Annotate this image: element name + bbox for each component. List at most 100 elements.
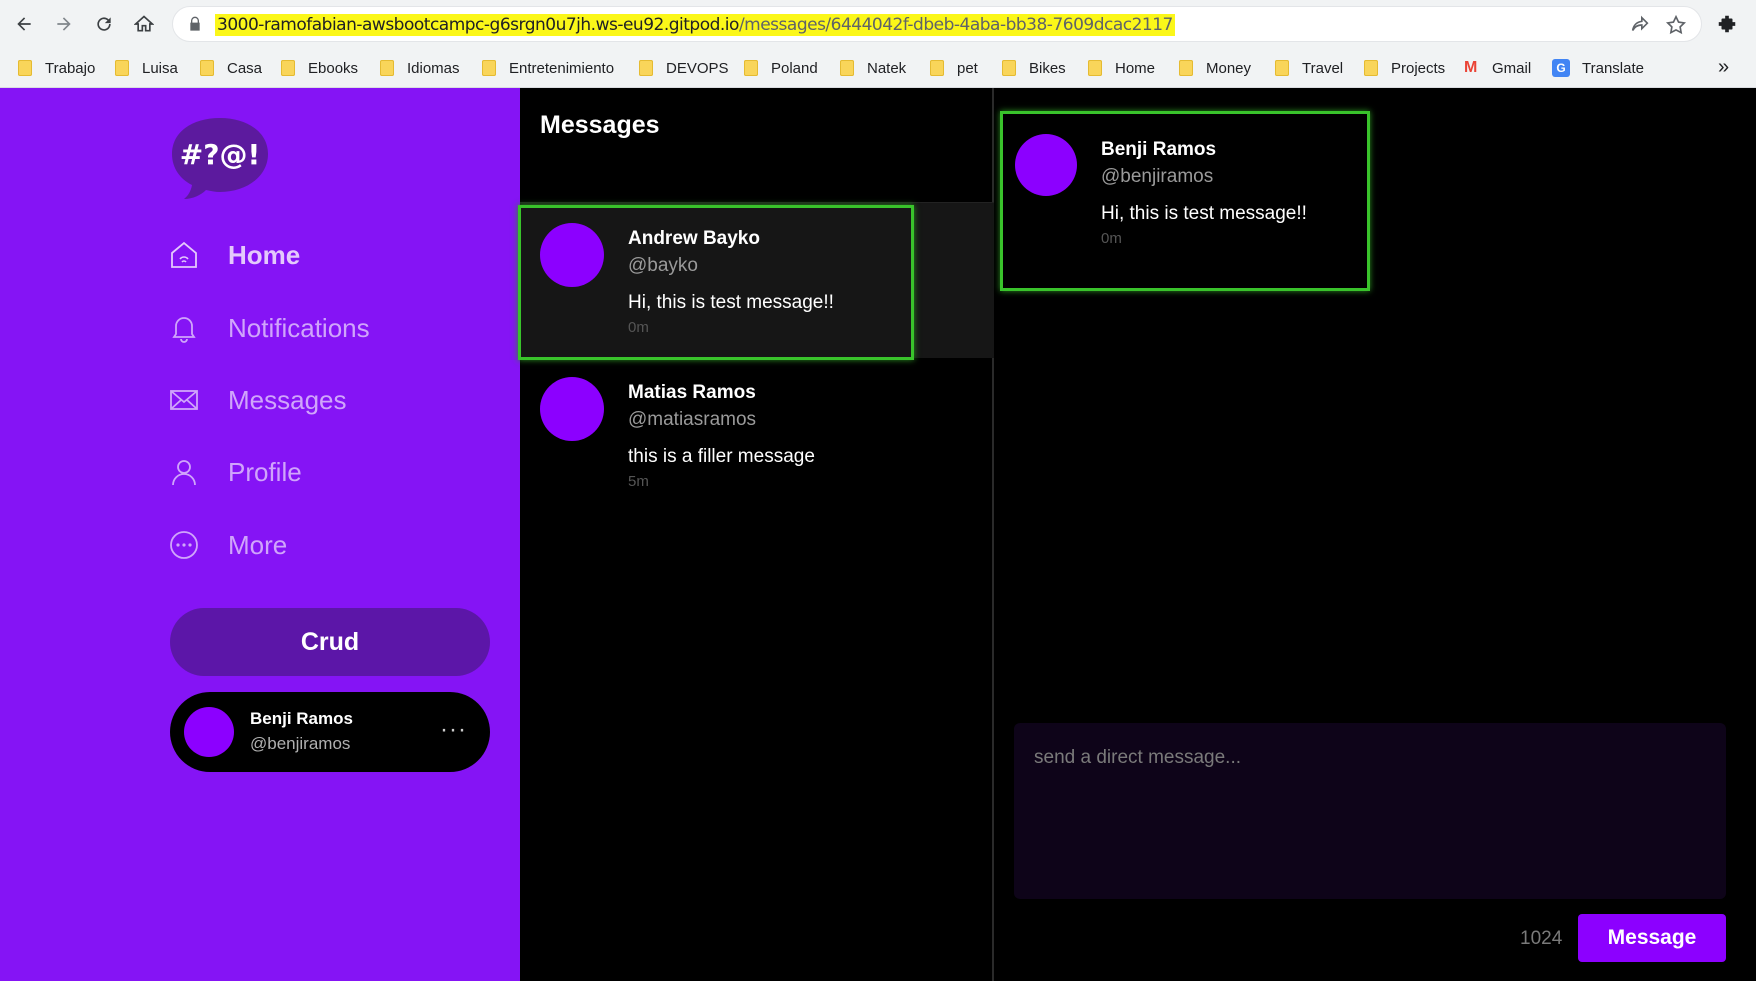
home-button[interactable] xyxy=(128,8,160,40)
lock-icon xyxy=(190,16,200,31)
group-message: Hi, this is test message!! xyxy=(628,292,834,313)
folder-icon xyxy=(380,60,394,76)
folder-icon xyxy=(930,60,944,76)
bookmark-devops[interactable]: DEVOPS xyxy=(639,58,729,78)
bookmark-label: Natek xyxy=(867,59,907,77)
folder-icon xyxy=(1088,60,1102,76)
bookmark-ebooks[interactable]: Ebooks xyxy=(281,58,358,78)
address-bar[interactable]: 3000-ramofabian-awsbootcampc-g6srgn0u7jh… xyxy=(172,6,1702,42)
bookmark-money[interactable]: Money xyxy=(1179,58,1251,78)
message-group-item[interactable]: Andrew Bayko @bayko Hi, this is test mes… xyxy=(518,203,994,360)
bookmark-poland[interactable]: Poland xyxy=(744,58,818,78)
bookmark-bikes[interactable]: Bikes xyxy=(1002,58,1066,78)
star-icon[interactable] xyxy=(1665,14,1687,36)
avatar xyxy=(184,707,234,757)
folder-icon xyxy=(1179,60,1193,76)
message-handle: @benjiramos xyxy=(1101,166,1214,187)
nav-profile[interactable]: Profile xyxy=(168,452,302,492)
bookmark-travel[interactable]: Travel xyxy=(1275,58,1343,78)
bookmark-casa[interactable]: Casa xyxy=(200,58,262,78)
nav-label: Home xyxy=(228,239,301,270)
group-name: Matias Ramos xyxy=(628,382,756,403)
bell-icon xyxy=(172,317,196,343)
arrow-right-icon xyxy=(57,17,71,31)
crud-button[interactable]: Crud xyxy=(170,608,490,676)
bookmark-trabajo[interactable]: Trabajo xyxy=(18,58,95,78)
profile-menu-button[interactable]: ··· xyxy=(440,716,467,744)
group-time: 5m xyxy=(628,473,649,490)
url-text[interactable]: 3000-ramofabian-awsbootcampc-g6srgn0u7jh… xyxy=(215,14,1175,36)
bookmark-label: Money xyxy=(1206,59,1252,77)
folder-icon xyxy=(1275,60,1289,76)
message-text: Hi, this is test message!! xyxy=(1101,203,1307,224)
bookmark-luisa[interactable]: Luisa xyxy=(115,58,178,78)
nav-label: Profile xyxy=(228,456,302,487)
sidebar: #?@! Home Notifications Messages Profile… xyxy=(0,88,520,981)
share-icon[interactable] xyxy=(1629,14,1651,36)
bookmark-natek[interactable]: Natek xyxy=(840,58,906,78)
folder-icon xyxy=(281,60,295,76)
bookmark-label: Home xyxy=(1115,59,1156,77)
profile-handle: @benjiramos xyxy=(250,734,351,753)
url-path: /messages/6444042f-dbeb-4aba-bb38-7609dc… xyxy=(738,15,1173,35)
bookmark-translate[interactable]: G Translate xyxy=(1552,58,1644,78)
group-time: 0m xyxy=(628,319,649,336)
bookmark-pet[interactable]: pet xyxy=(930,58,978,78)
bookmark-label: Luisa xyxy=(142,59,178,77)
bookmark-label: pet xyxy=(957,59,978,77)
app: #?@! Home Notifications Messages Profile… xyxy=(0,88,1756,981)
nav-label: Notifications xyxy=(228,312,370,343)
puzzle-icon[interactable] xyxy=(1716,13,1738,35)
send-message-button[interactable]: Message xyxy=(1578,914,1726,962)
folder-icon xyxy=(639,60,653,76)
folder-icon xyxy=(200,60,214,76)
bookmark-label: Casa xyxy=(227,59,263,77)
bookmark-entretenimiento[interactable]: Entretenimiento xyxy=(482,58,614,78)
message-time: 0m xyxy=(1101,230,1122,247)
group-handle: @bayko xyxy=(628,255,698,276)
browser-toolbar: 3000-ramofabian-awsbootcampc-g6srgn0u7jh… xyxy=(0,0,1756,48)
arrow-left-icon xyxy=(17,17,31,31)
bookmark-label: Gmail xyxy=(1492,59,1532,77)
nav-messages[interactable]: Messages xyxy=(168,380,347,420)
message-group-item[interactable]: Matias Ramos @matiasramos this is a fill… xyxy=(520,357,994,512)
nav-more[interactable]: More xyxy=(168,525,287,565)
folder-icon xyxy=(115,60,129,76)
home-icon xyxy=(171,241,197,268)
folder-icon xyxy=(840,60,854,76)
user-icon xyxy=(172,460,196,486)
nav-home[interactable]: Home xyxy=(168,235,300,275)
bookmark-label: DEVOPS xyxy=(666,59,729,77)
nav-label: More xyxy=(228,529,288,560)
back-button[interactable] xyxy=(8,8,40,40)
bookmark-gmail[interactable]: M Gmail xyxy=(1464,58,1531,78)
bookmarks-bar: Trabajo Luisa Casa Ebooks Idiomas Entret… xyxy=(0,48,1756,88)
gmail-icon: M xyxy=(1464,59,1478,76)
bookmark-label: Trabajo xyxy=(45,59,96,77)
bookmark-idiomas[interactable]: Idiomas xyxy=(380,58,460,78)
page-title: Messages xyxy=(540,111,660,139)
logo[interactable]: #?@! xyxy=(168,116,272,200)
avatar xyxy=(1015,134,1077,196)
bookmark-label: Idiomas xyxy=(407,59,460,77)
profile-card[interactable]: Benji Ramos @benjiramos ··· xyxy=(170,692,490,772)
folder-icon xyxy=(482,60,496,76)
url-host: 3000-ramofabian-awsbootcampc-g6srgn0u7jh… xyxy=(217,15,739,35)
message-groups-panel: Messages Andrew Bayko @bayko Hi, this is… xyxy=(518,88,994,981)
message-input[interactable] xyxy=(1014,723,1726,899)
group-handle: @matiasramos xyxy=(628,409,757,430)
translate-icon: G xyxy=(1552,59,1570,77)
bookmark-label: Ebooks xyxy=(308,59,359,77)
nav-notifications[interactable]: Notifications xyxy=(168,308,370,348)
bookmark-label: Projects xyxy=(1391,59,1446,77)
bookmark-label: Poland xyxy=(771,59,818,77)
bookmarks-overflow-button[interactable]: » xyxy=(1718,56,1729,79)
char-counter: 1024 xyxy=(1520,928,1563,949)
bookmark-home[interactable]: Home xyxy=(1088,58,1155,78)
bookmark-label: Entretenimiento xyxy=(509,59,615,77)
forward-button[interactable] xyxy=(48,8,80,40)
bookmark-label: Translate xyxy=(1582,59,1644,77)
bookmark-projects[interactable]: Projects xyxy=(1364,58,1445,78)
reload-button[interactable] xyxy=(88,8,120,40)
reload-icon xyxy=(97,17,111,31)
